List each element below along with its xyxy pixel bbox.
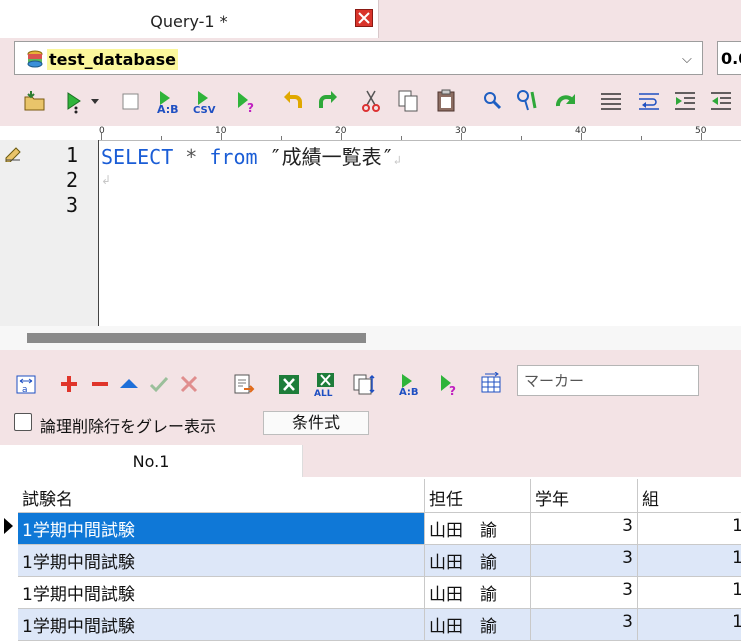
svg-text:A:B: A:B <box>157 103 179 114</box>
table-cell[interactable]: 1 <box>638 545 741 577</box>
grid-settings-icon[interactable] <box>479 372 503 396</box>
svg-text:?: ? <box>247 101 254 114</box>
eol-mark: ↲ <box>101 173 112 187</box>
outdent-icon[interactable] <box>708 88 734 114</box>
word-wrap-icon[interactable] <box>636 88 662 114</box>
chevron-down-icon[interactable]: ⌵ <box>682 52 692 67</box>
svg-text:?: ? <box>449 384 456 396</box>
line-number: 1 <box>66 143 79 167</box>
commit-check-icon[interactable] <box>147 372 171 396</box>
table-cell[interactable]: 3 <box>531 609 638 641</box>
code-line-1[interactable]: SELECT * from ″成績一覧表″↲ <box>101 141 401 170</box>
sql-keyword-select: SELECT <box>101 145 174 169</box>
table-cell[interactable]: 3 <box>531 577 638 609</box>
ruler: 0 10 20 30 40 50 <box>99 126 741 141</box>
database-name: test_database <box>47 49 178 70</box>
table-cell[interactable]: 1 <box>638 513 741 545</box>
tab-result-label: No.1 <box>132 452 170 471</box>
cut-icon[interactable] <box>358 88 384 114</box>
svg-text:a: a <box>22 385 28 395</box>
table-cell[interactable]: 1学期中間試験 <box>18 577 425 609</box>
column-header[interactable]: 試験名 <box>18 479 425 513</box>
execute-icon[interactable] <box>62 88 88 114</box>
svg-text:A:B: A:B <box>399 387 419 396</box>
table-cell[interactable]: 山田 諭 <box>425 545 531 577</box>
stop-icon[interactable] <box>119 88 145 114</box>
database-icon <box>27 50 43 68</box>
table-cell[interactable]: 3 <box>531 545 638 577</box>
explain-icon[interactable]: ? <box>233 88 259 114</box>
line-number-gutter <box>0 140 99 326</box>
align-left-icon[interactable] <box>598 88 624 114</box>
table-cell[interactable]: 山田 諭 <box>425 609 531 641</box>
sql-asterisk: * <box>185 145 198 169</box>
edit-pencil-icon <box>5 147 21 162</box>
table-cell[interactable]: 1学期中間試験 <box>18 545 425 577</box>
sql-table-name: ″成績一覧表″ <box>269 145 394 169</box>
move-up-icon[interactable] <box>117 372 141 396</box>
gray-deleted-label: 論理削除行をグレー表示 <box>40 417 217 436</box>
cancel-icon[interactable] <box>177 372 201 396</box>
svg-text:CSV: CSV <box>193 105 216 114</box>
table-cell[interactable]: 1 <box>638 609 741 641</box>
copy-icon[interactable] <box>396 88 422 114</box>
export-csv-icon[interactable]: CSV <box>192 88 218 114</box>
export-file-icon[interactable] <box>232 372 256 396</box>
sql-keyword-from: from <box>209 145 258 169</box>
svg-text:ALL: ALL <box>314 389 333 396</box>
export-ab-icon[interactable]: A:B <box>155 88 181 114</box>
undo-icon[interactable] <box>280 88 306 114</box>
condition-button[interactable]: 条件式 <box>263 411 369 435</box>
redo-icon[interactable] <box>315 88 341 114</box>
excel-all-icon[interactable]: ALL <box>314 372 338 396</box>
wrap-icon[interactable] <box>553 88 579 114</box>
add-row-icon[interactable] <box>57 372 81 396</box>
table-cell[interactable]: 1学期中間試験 <box>18 609 425 641</box>
table-cell[interactable]: 山田 諭 <box>425 577 531 609</box>
column-width-icon[interactable]: a <box>14 372 38 396</box>
column-header[interactable]: 担任 <box>425 479 531 513</box>
tab-title: Query-1 * <box>150 12 228 31</box>
column-header[interactable]: 組 <box>638 479 741 513</box>
copy-rows-icon[interactable] <box>351 372 375 396</box>
gray-deleted-checkbox[interactable] <box>14 413 32 431</box>
execute-ab-icon[interactable]: A:B <box>398 372 422 396</box>
scrollbar-thumb[interactable] <box>27 333 366 343</box>
table-cell[interactable]: 1学期中間試験 <box>18 513 425 545</box>
explain-result-icon[interactable]: ? <box>437 372 461 396</box>
current-row-indicator <box>4 518 13 534</box>
indent-icon[interactable] <box>672 88 698 114</box>
line-number: 3 <box>66 193 79 217</box>
table-cell[interactable]: 3 <box>531 513 638 545</box>
replace-icon[interactable] <box>514 88 540 114</box>
execute-dropdown-icon[interactable] <box>88 88 102 114</box>
side-value: 0.0 <box>721 49 741 68</box>
excel-icon[interactable] <box>277 372 301 396</box>
paste-icon[interactable] <box>434 88 460 114</box>
delete-row-icon[interactable] <box>88 372 112 396</box>
close-icon[interactable] <box>355 9 373 27</box>
table-cell[interactable]: 1 <box>638 577 741 609</box>
open-folder-icon[interactable] <box>22 88 48 114</box>
search-icon[interactable] <box>480 88 506 114</box>
line-number: 2 <box>66 168 79 192</box>
column-header[interactable]: 学年 <box>531 479 638 513</box>
marker-input[interactable] <box>517 365 699 396</box>
table-cell[interactable]: 山田 諭 <box>425 513 531 545</box>
